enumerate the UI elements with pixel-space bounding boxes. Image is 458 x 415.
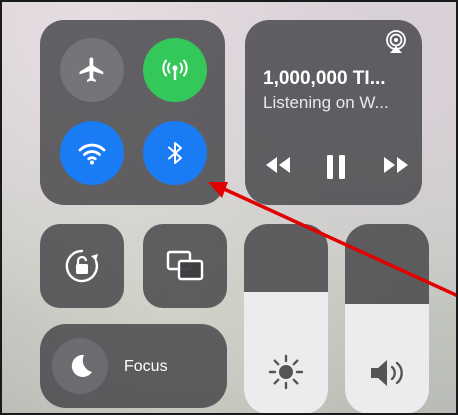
control-center: 1,000,000 TI... Listening on W... Focus	[0, 0, 458, 415]
annotation-arrow	[208, 182, 456, 298]
